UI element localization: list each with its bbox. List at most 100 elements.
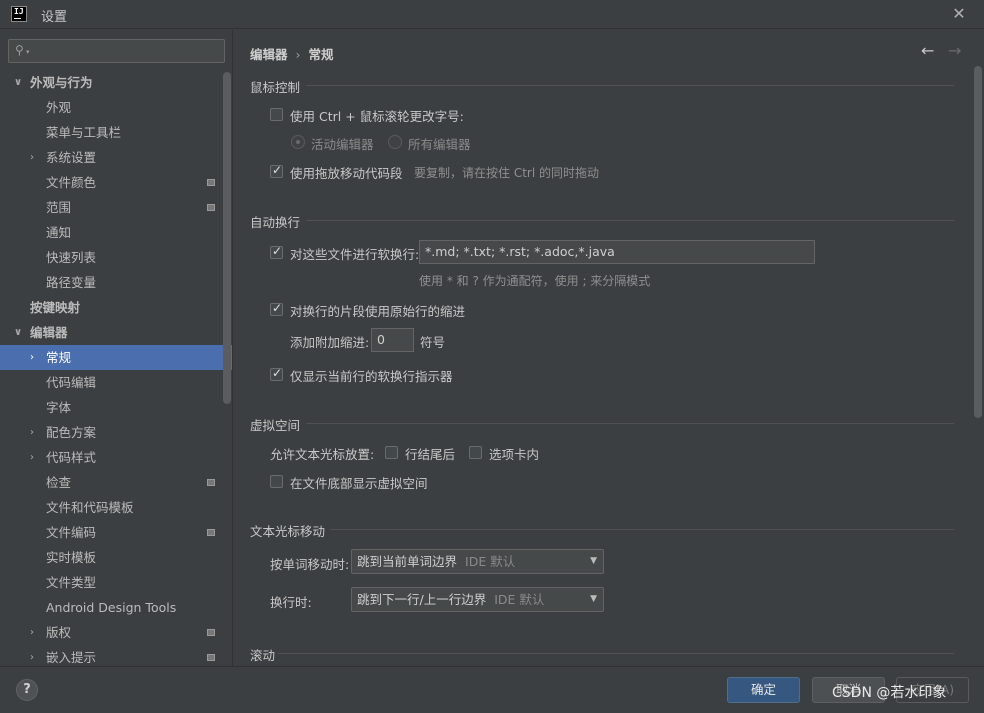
sidebar-item[interactable]: Android Design Tools	[0, 595, 232, 620]
sidebar-item[interactable]: 菜单与工具栏	[0, 120, 232, 145]
section-caret-movement: 文本光标移动	[250, 524, 326, 539]
current-line-only-checkbox[interactable]	[270, 366, 283, 381]
sidebar-item[interactable]: 文件类型	[0, 570, 232, 595]
word-move-value: 跳到当前单词边界	[357, 554, 458, 569]
extra-indent-unit: 符号	[420, 335, 446, 350]
sidebar-item[interactable]: 范围	[0, 195, 232, 220]
sidebar-item[interactable]: 字体	[0, 395, 232, 420]
chevron-right-icon[interactable]: ›	[30, 345, 34, 370]
line-move-combo[interactable]: 跳到下一行/上一行边界 IDE 默认 ▼	[351, 587, 604, 612]
divider	[330, 529, 954, 530]
word-move-default: IDE 默认	[465, 554, 516, 569]
sidebar-item-label: 外观与行为	[30, 75, 93, 90]
project-scope-icon	[207, 479, 215, 486]
sidebar-item[interactable]: ∨ 外观与行为	[0, 70, 232, 95]
after-eol-checkbox[interactable]	[385, 446, 398, 459]
content-scrollbar[interactable]	[974, 66, 982, 418]
sidebar-item-label: 文件颜色	[46, 175, 97, 190]
line-move-label: 换行时:	[270, 595, 312, 610]
sidebar-item[interactable]: › 常规	[0, 345, 232, 370]
sidebar-item[interactable]: 路径变量	[0, 270, 232, 295]
chevron-right-icon[interactable]: ›	[30, 420, 34, 445]
radio-all-editors-label: 所有编辑器	[408, 137, 471, 152]
sidebar-item[interactable]: 外观	[0, 95, 232, 120]
sidebar-item[interactable]: › 代码样式	[0, 445, 232, 470]
use-original-indent-checkbox[interactable]	[270, 301, 283, 316]
sidebar-item-label: 文件和代码模板	[46, 500, 134, 515]
drag-move-label: 使用拖放移动代码段	[290, 166, 403, 181]
ok-button[interactable]: 确定	[727, 677, 800, 703]
ctrl-wheel-checkbox[interactable]	[270, 108, 283, 121]
close-button[interactable]: ✕	[948, 4, 970, 24]
chevron-right-icon[interactable]: ›	[30, 620, 34, 645]
settings-sidebar: ⚲ ∨ 外观与行为外观菜单与工具栏 › 系统设置文件颜色范围通知快速列表路径变量按键映…	[0, 30, 233, 666]
virtual-space-bottom-checkbox[interactable]	[270, 475, 283, 488]
breadcrumb: 编辑器 › 常规	[250, 44, 334, 63]
sidebar-item-label: 字体	[46, 400, 72, 415]
sidebar-item[interactable]: 通知	[0, 220, 232, 245]
window-title: 设置	[41, 10, 68, 25]
allow-caret-label: 允许文本光标放置:	[270, 447, 375, 462]
radio-active-editor[interactable]	[291, 135, 305, 149]
breadcrumb-separator: ›	[295, 47, 301, 62]
project-scope-icon	[207, 629, 215, 636]
sidebar-item[interactable]: 快速列表	[0, 245, 232, 270]
sidebar-item[interactable]: 按键映射	[0, 295, 232, 320]
sidebar-item-label: Android Design Tools	[46, 600, 177, 615]
line-move-default: IDE 默认	[494, 592, 545, 607]
chevron-down-icon[interactable]: ∨	[14, 320, 22, 345]
chevron-right-icon[interactable]: ›	[30, 145, 34, 170]
chevron-down-icon[interactable]: ∨	[14, 70, 22, 95]
sidebar-item-label: 文件编码	[46, 525, 97, 540]
sidebar-item[interactable]: › 系统设置	[0, 145, 232, 170]
intellij-logo-icon: IJ	[11, 6, 27, 22]
sidebar-item[interactable]: › 嵌入提示	[0, 645, 232, 666]
chevron-down-icon: ▼	[590, 594, 597, 604]
sidebar-item-label: 常规	[46, 350, 72, 365]
project-scope-icon	[207, 654, 215, 661]
breadcrumb-current: 常规	[308, 47, 334, 62]
settings-content: 编辑器 › 常规 ← → 鼠标控制 使用 Ctrl + 鼠标滚轮更改字号: 活动编辑…	[234, 30, 984, 666]
radio-all-editors[interactable]	[388, 135, 402, 149]
section-scrolling: 滚动	[250, 648, 276, 663]
sidebar-scrollbar[interactable]	[223, 72, 231, 404]
word-move-combo[interactable]: 跳到当前单词边界 IDE 默认 ▼	[351, 549, 604, 574]
sidebar-item-label: 路径变量	[46, 275, 97, 290]
soft-wrap-files-checkbox[interactable]	[270, 244, 283, 259]
line-move-value: 跳到下一行/上一行边界	[357, 592, 487, 607]
sidebar-item-label: 配色方案	[46, 425, 97, 440]
search-field[interactable]: ⚲	[8, 39, 225, 63]
extra-indent-input[interactable]: 0	[371, 328, 414, 352]
sidebar-item-label: 编辑器	[30, 325, 68, 340]
sidebar-item[interactable]: 代码编辑	[0, 370, 232, 395]
back-arrow-icon[interactable]: ←	[921, 41, 934, 60]
project-scope-icon	[207, 204, 215, 211]
sidebar-item-label: 代码编辑	[46, 375, 97, 390]
sidebar-item-label: 检查	[46, 475, 72, 490]
sidebar-item[interactable]: › 版权	[0, 620, 232, 645]
patterns-hint: 使用 * 和 ? 作为通配符，使用 ; 来分隔模式	[419, 274, 651, 288]
drag-move-checkbox[interactable]	[270, 163, 283, 178]
chevron-right-icon[interactable]: ›	[30, 645, 34, 666]
ctrl-wheel-label: 使用 Ctrl + 鼠标滚轮更改字号:	[290, 109, 464, 124]
sidebar-item[interactable]: 文件和代码模板	[0, 495, 232, 520]
help-icon[interactable]: ?	[16, 679, 38, 701]
inside-tabs-checkbox[interactable]	[469, 446, 482, 459]
chevron-right-icon[interactable]: ›	[30, 445, 34, 470]
project-scope-icon	[207, 179, 215, 186]
sidebar-item[interactable]: 文件编码	[0, 520, 232, 545]
forward-arrow-icon: →	[948, 41, 962, 60]
use-original-indent-label: 对换行的片段使用原始行的缩进	[290, 304, 466, 319]
sidebar-item[interactable]: 检查	[0, 470, 232, 495]
breadcrumb-parent[interactable]: 编辑器	[250, 47, 288, 62]
sidebar-item[interactable]: ∨ 编辑器	[0, 320, 232, 345]
sidebar-item[interactable]: › 配色方案	[0, 420, 232, 445]
watermark: CSDN @若水印象	[832, 685, 947, 701]
divider	[278, 653, 954, 654]
search-icon: ⚲	[15, 43, 29, 57]
sidebar-item[interactable]: 实时模板	[0, 545, 232, 570]
sidebar-item[interactable]: 文件颜色	[0, 170, 232, 195]
soft-wrap-patterns-input[interactable]: *.md; *.txt; *.rst; *.adoc,*.java	[419, 240, 815, 264]
sidebar-item-label: 菜单与工具栏	[46, 125, 122, 140]
sidebar-item-label: 版权	[46, 625, 72, 640]
